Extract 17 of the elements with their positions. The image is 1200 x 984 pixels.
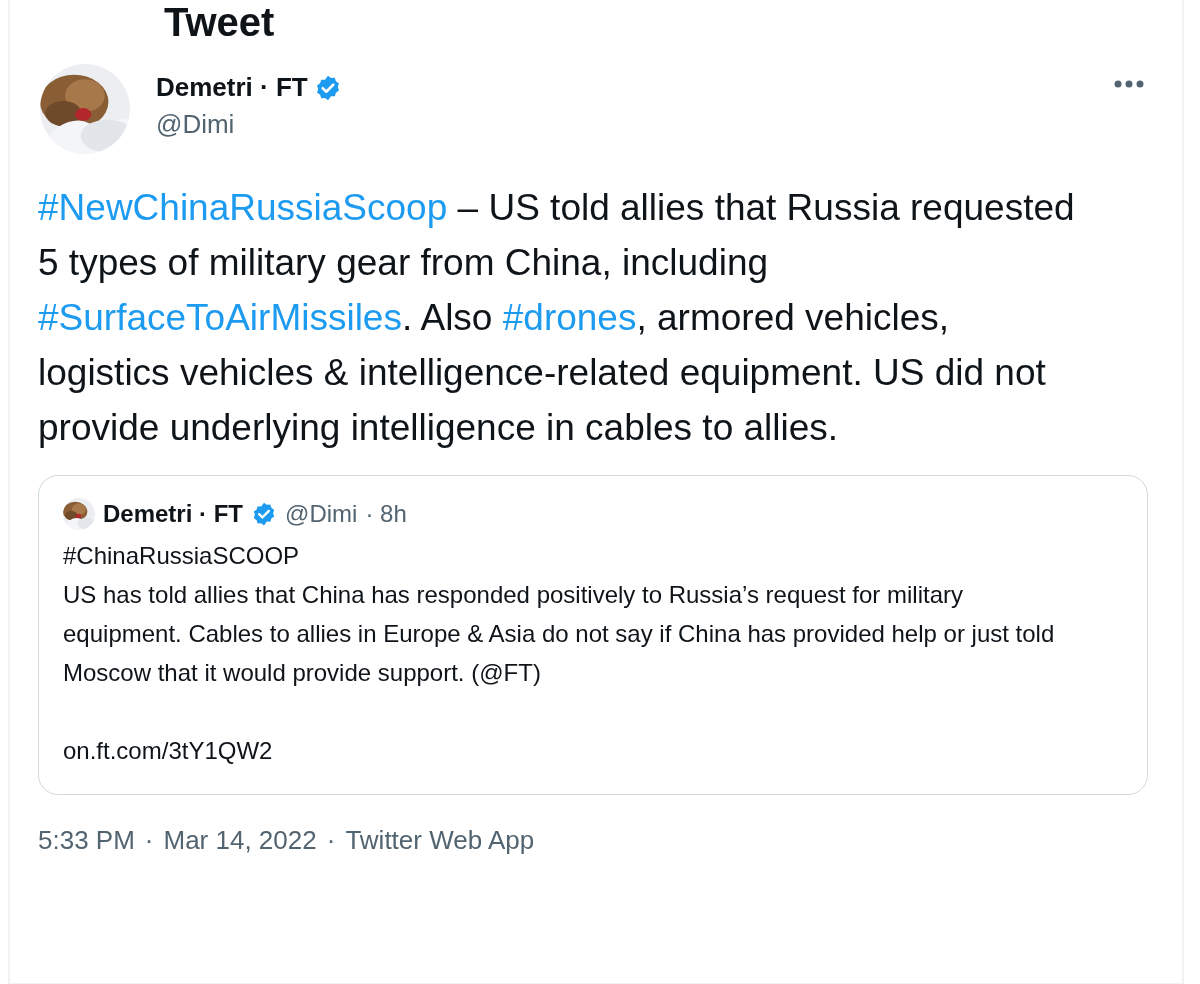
author-name[interactable]: Demetri · FT (156, 72, 308, 103)
quoted-link[interactable]: on.ft.com/3tY1QW2 (63, 737, 273, 764)
quoted-author-handle: @Dimi (285, 500, 358, 528)
author-handle[interactable]: @Dimi (156, 109, 1080, 140)
page-title: Tweet (164, 2, 275, 42)
quoted-tweet-age: · 8h (365, 500, 407, 528)
tweet-text: #NewChinaRussiaScoop – US told allies that Russia requested 5 types of military gear from China, including #SurfaceToAirMissiles. Also #drones, armored vehicles, logistics vehicles & intelligence-related equipment. US did not provide underlying intelligence in cables to allies. (38, 186, 1076, 450)
tweet-meta-link[interactable]: Twitter Web App (345, 825, 535, 856)
quoted-tweet-card[interactable] (38, 475, 1148, 795)
tweet-meta-link[interactable]: 5:33 PM (38, 825, 135, 856)
more-icon (1114, 80, 1144, 88)
quoted-hashtag: #ChinaRussiaSCOOP (63, 541, 301, 571)
tweet-meta-link[interactable]: Mar 14, 2022 (163, 825, 317, 856)
separator-dot: · (144, 825, 154, 856)
separator-dot: · (326, 825, 336, 856)
quoted-author-name: Demetri · FT (103, 500, 243, 528)
quoted-text: US has told allies that China has responded positively to Russia’s request for military equipment. Cables to allies in Europe & Asia do not say if China has provided help or just told Moscow that it would provide support. (@FT) (63, 580, 1056, 688)
